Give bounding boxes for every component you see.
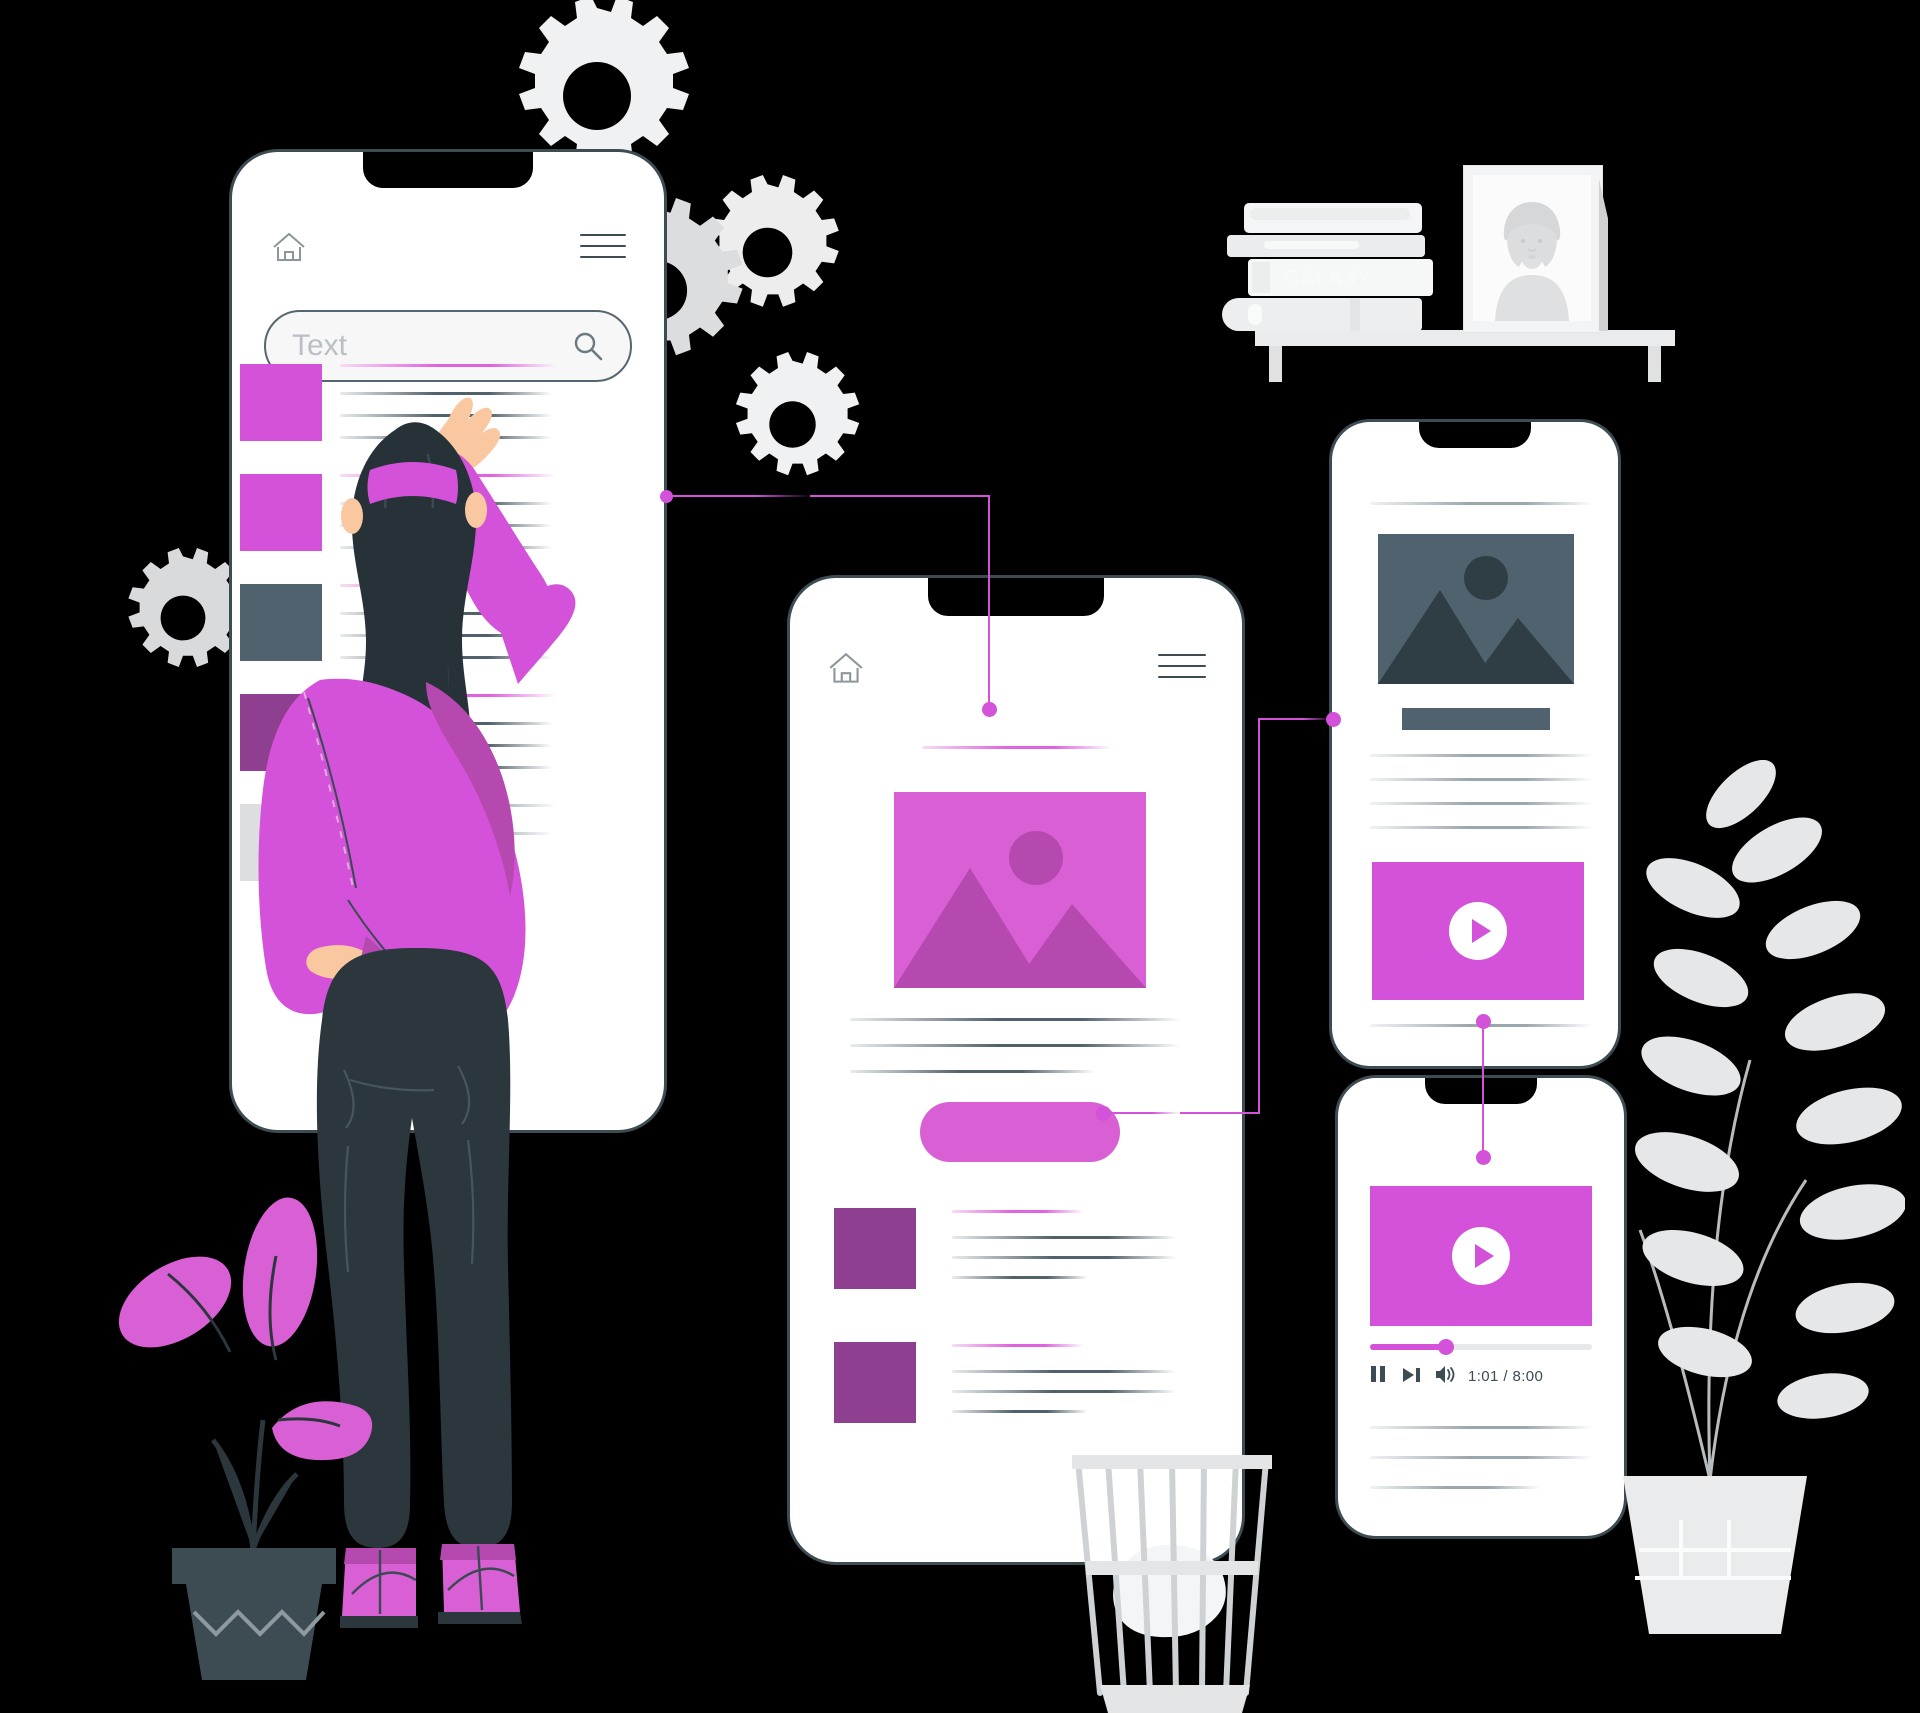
phone-notch	[1419, 422, 1531, 448]
book-stack: GALAXY	[1222, 203, 1437, 331]
woman-portrait	[1495, 202, 1569, 321]
list-item-thumb	[834, 1208, 916, 1289]
pot-body	[1623, 1476, 1807, 1634]
connector-dot	[1476, 1014, 1491, 1029]
potted-plant-gray	[1623, 760, 1905, 1634]
connector-dot	[1096, 1106, 1111, 1121]
phone-notch	[928, 578, 1104, 616]
list-item-thumb	[834, 1342, 916, 1423]
connector-line	[1258, 718, 1260, 1114]
book-spine-label: GALAXY	[1284, 267, 1373, 289]
cta-button[interactable]	[920, 1102, 1120, 1162]
potted-plant-pink	[118, 1197, 373, 1680]
connector-line	[1482, 1020, 1484, 1156]
video-progress-fill	[1370, 1344, 1446, 1350]
play-icon[interactable]	[1449, 902, 1507, 960]
home-icon[interactable]	[826, 650, 866, 688]
wire-waste-basket	[1072, 1455, 1272, 1713]
volume-icon[interactable]	[1436, 1366, 1456, 1383]
gear-small-bottom	[735, 352, 860, 476]
hamburger-menu-icon[interactable]	[580, 234, 626, 258]
hero-image[interactable]	[1378, 534, 1574, 684]
section-heading-bar	[1402, 708, 1550, 730]
connector-dot	[1326, 712, 1341, 727]
illustration-canvas: GALAXY Text 1:01 / 8:00	[0, 0, 1920, 1713]
connector-line	[1110, 1112, 1180, 1114]
pot-rim	[172, 1548, 336, 1584]
phone-center[interactable]	[790, 578, 1242, 1562]
connector-line	[1260, 718, 1332, 720]
shoe-right	[438, 1544, 522, 1624]
image-placeholder-icon	[894, 831, 1146, 988]
connector-line	[988, 495, 990, 710]
portrait-photo-frame	[1463, 165, 1608, 333]
image-placeholder-icon	[1378, 556, 1574, 684]
home-icon[interactable]	[270, 230, 308, 266]
connector-dot	[982, 702, 997, 717]
hamburger-menu-icon[interactable]	[1158, 654, 1206, 678]
search-input-value: Text	[292, 329, 348, 362]
wall-shelf	[1255, 330, 1675, 382]
leaf	[242, 1197, 318, 1347]
pause-icon[interactable]	[1371, 1366, 1385, 1382]
search-icon[interactable]	[572, 330, 604, 362]
connector-line	[1180, 1112, 1260, 1114]
leaf	[118, 1256, 232, 1348]
video-progress-handle[interactable]	[1438, 1339, 1454, 1355]
phone-notch	[363, 152, 533, 188]
connector-dot	[1476, 1150, 1491, 1165]
connector-line	[810, 495, 990, 497]
hero-image[interactable]	[894, 792, 1146, 988]
next-track-icon[interactable]	[1403, 1368, 1421, 1382]
leaf	[272, 1401, 373, 1461]
play-icon[interactable]	[1452, 1227, 1510, 1285]
